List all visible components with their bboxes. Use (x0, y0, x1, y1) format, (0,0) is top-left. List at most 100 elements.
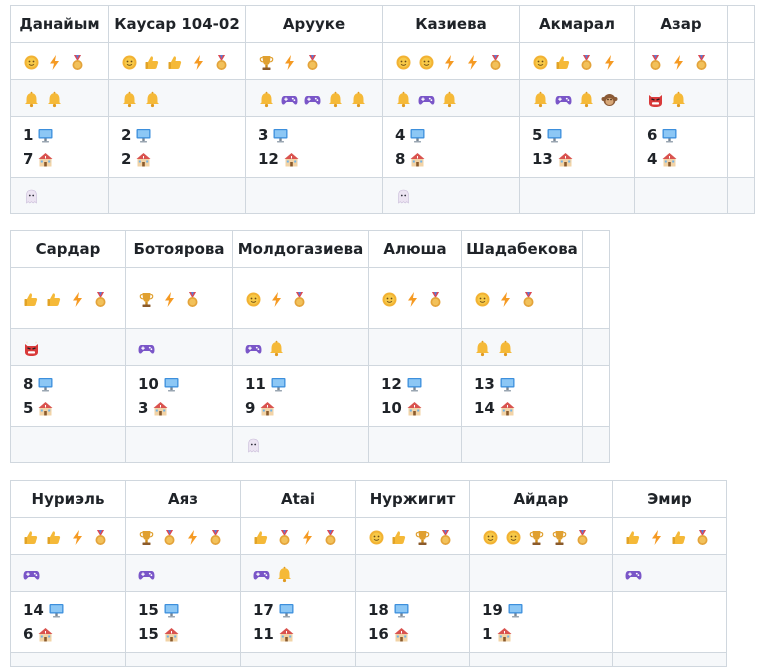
computer-number: 15 (138, 601, 159, 619)
school-number: 4 (647, 150, 658, 168)
counts-cell: 17 (10, 116, 109, 178)
medal-icon (487, 54, 504, 71)
student-name: Нуриэль (10, 480, 126, 518)
school-icon (37, 626, 54, 643)
achievements-cell (612, 517, 727, 555)
achievements-row (10, 517, 727, 555)
extras-cell (240, 554, 356, 592)
school-icon (496, 626, 513, 643)
computer-number: 13 (474, 375, 495, 393)
extras-cell (634, 79, 728, 117)
computer-icon (507, 602, 524, 619)
bolt-icon (268, 291, 285, 308)
school-icon (409, 151, 426, 168)
computer-icon (270, 376, 287, 393)
bottom-row (10, 652, 727, 667)
computer-number: 1 (23, 126, 34, 144)
bolt-icon (648, 529, 665, 546)
empty-cell (582, 328, 610, 366)
school-icon (406, 400, 423, 417)
medal-icon (184, 291, 201, 308)
school-number: 3 (138, 399, 149, 417)
bottom-cell (469, 652, 613, 667)
school-icon (499, 400, 516, 417)
header-row: Сардар Ботоярова Молдогазиева Алюша Шада… (10, 230, 610, 268)
computer-icon (48, 602, 65, 619)
counts-cell: 11 9 (232, 365, 369, 427)
bell-icon (144, 91, 161, 108)
achievements-cell (461, 267, 583, 329)
gamepad-icon (138, 340, 155, 357)
school-icon (37, 151, 54, 168)
school-number: 6 (23, 625, 34, 643)
ghost-icon (395, 188, 412, 205)
gamepad-icon (253, 566, 270, 583)
sun-icon (121, 54, 138, 71)
extras-cell (461, 328, 583, 366)
computer-number: 4 (395, 126, 406, 144)
thumb-icon (625, 529, 642, 546)
counts-cell: 10 3 (125, 365, 233, 427)
school-count: 15 (138, 622, 240, 646)
school-count: 1 (482, 622, 612, 646)
bell-icon (395, 91, 412, 108)
bell-icon (327, 91, 344, 108)
sun-icon (482, 529, 499, 546)
bolt-icon (161, 291, 178, 308)
school-count: 5 (23, 396, 125, 420)
computer-icon (163, 376, 180, 393)
counts-cell: 85 (10, 365, 126, 427)
extras-cell (245, 79, 383, 117)
extras-cell (382, 79, 520, 117)
counts-row: 8 5 10 3 11 9 12 10 13 14 (10, 365, 610, 427)
extras-cell (368, 328, 462, 366)
medal-icon (207, 529, 224, 546)
medal-icon (520, 291, 537, 308)
bottom-cell (368, 426, 462, 463)
school-count: 16 (368, 622, 469, 646)
ogre-icon (647, 91, 664, 108)
computer-count: 5 (532, 123, 634, 147)
thumb-icon (253, 529, 270, 546)
medal-icon (276, 529, 293, 546)
student-name: Ботоярова (125, 230, 233, 268)
school-icon (152, 400, 169, 417)
ghost-icon (23, 188, 40, 205)
school-icon (135, 151, 152, 168)
thumb-icon (46, 291, 63, 308)
computer-count: 17 (253, 598, 355, 622)
school-number: 13 (532, 150, 553, 168)
bell-icon (497, 340, 514, 357)
school-count: 2 (121, 147, 245, 171)
bottom-cell (634, 177, 728, 214)
achievements-cell (10, 42, 109, 80)
bolt-icon (69, 529, 86, 546)
thumb-icon (144, 54, 161, 71)
achievements-cell (382, 42, 520, 80)
extras-cell (612, 554, 727, 592)
computer-number: 10 (138, 375, 159, 393)
school-number: 12 (258, 150, 279, 168)
school-number: 1 (482, 625, 493, 643)
computer-count: 18 (368, 598, 469, 622)
bolt-icon (299, 529, 316, 546)
school-icon (661, 151, 678, 168)
medal-icon (213, 54, 230, 71)
gamepad-icon (418, 91, 435, 108)
header-row: Данайым Каусар 104-02 Арууке Казиева Акм… (10, 5, 755, 43)
counts-cell: 64 (634, 116, 728, 178)
bolt-icon (184, 529, 201, 546)
student-name: Айдар (469, 480, 613, 518)
bottom-row (10, 426, 610, 463)
achievements-cell (125, 267, 233, 329)
achievements-cell (245, 42, 383, 80)
trophy-icon (138, 291, 155, 308)
school-count: 4 (647, 147, 727, 171)
computer-icon (499, 376, 516, 393)
counts-cell: 14 6 (10, 591, 126, 653)
trophy-icon (258, 54, 275, 71)
extras-cell (10, 554, 126, 592)
school-count: 11 (253, 622, 355, 646)
bolt-icon (464, 54, 481, 71)
computer-count: 4 (395, 123, 519, 147)
